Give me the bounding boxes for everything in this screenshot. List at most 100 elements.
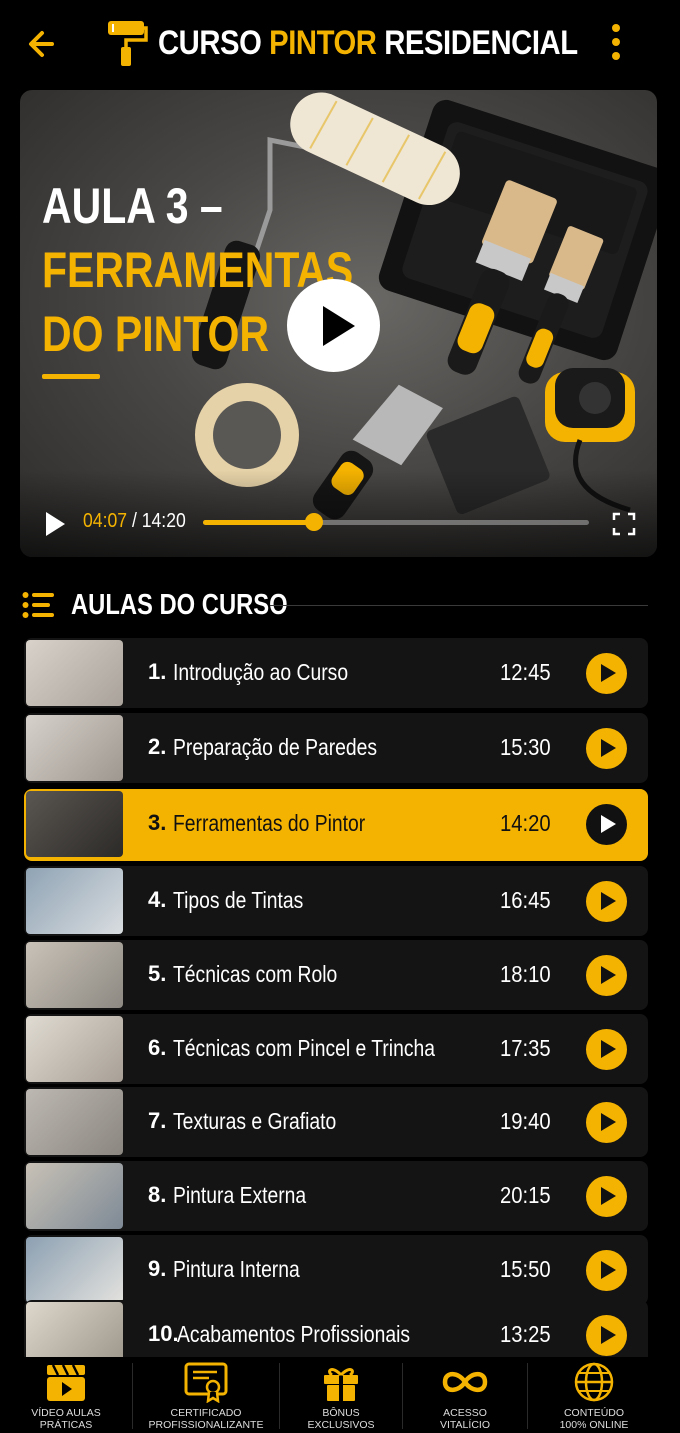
lesson-title: Tipos de Tintas — [173, 887, 304, 913]
nav-label: VITALÍCIO — [440, 1419, 490, 1431]
nav-acesso[interactable]: ACESSO VITALÍCIO — [403, 1357, 527, 1433]
nav-label: VÍDEO AULAS — [31, 1407, 101, 1419]
lesson-thumbnail — [26, 1237, 123, 1303]
play-circle-icon[interactable] — [586, 1176, 627, 1217]
clapperboard-icon — [47, 1364, 85, 1401]
lesson-title: Acabamentos Profissionais — [177, 1321, 411, 1347]
progress-bar[interactable] — [203, 513, 589, 531]
nav-label: PROFISSIONALIZANTE — [148, 1419, 264, 1431]
lesson-row[interactable]: 8. Pintura Externa 20:15 — [24, 1161, 648, 1231]
lesson-thumbnail — [26, 942, 123, 1008]
big-play-button[interactable] — [287, 279, 380, 372]
play-circle-icon[interactable] — [586, 728, 627, 769]
video-controls: 04:07 / 14:20 — [20, 500, 657, 546]
progress-handle[interactable] — [304, 513, 323, 531]
lesson-number: 1. — [148, 659, 167, 684]
nav-label: ACESSO — [443, 1407, 487, 1419]
lesson-thumbnail — [26, 868, 123, 934]
lesson-number: 5. — [148, 961, 167, 986]
globe-icon — [574, 1362, 614, 1402]
lesson-duration: 19:40 — [500, 1108, 551, 1134]
nav-bonus[interactable]: BÔNUS EXCLUSIVOS — [280, 1357, 402, 1433]
lesson-number: 6. — [148, 1035, 167, 1060]
title-underline — [42, 374, 100, 379]
lesson-number: 2. — [148, 734, 167, 759]
lesson-row[interactable]: 7. Texturas e Grafiato 19:40 — [24, 1087, 648, 1157]
certificate-icon — [184, 1362, 228, 1403]
play-circle-icon[interactable] — [586, 1315, 627, 1356]
lesson-duration: 20:15 — [500, 1182, 551, 1208]
page-title: CURSO PINTOR RESIDENCIAL — [158, 24, 578, 62]
gift-icon — [324, 1368, 358, 1401]
lesson-duration: 17:35 — [500, 1035, 551, 1061]
infinity-icon — [442, 1371, 488, 1393]
play-circle-icon[interactable] — [586, 1250, 627, 1291]
bottom-nav: VÍDEO AULAS PRÁTICAS CERTIFICADO PROFISS… — [0, 1357, 680, 1433]
lesson-thumbnail — [26, 791, 123, 857]
nav-label: PRÁTICAS — [39, 1419, 93, 1431]
lesson-number: 7. — [148, 1108, 167, 1133]
lesson-thumbnail — [26, 1016, 123, 1082]
total-time: 14:20 — [141, 510, 186, 532]
lesson-title: Preparação de Paredes — [173, 734, 378, 760]
video-player[interactable]: AULA 3 – FERRAMENTAS DO PINTOR 04:07 / 1… — [20, 90, 657, 557]
divider — [270, 605, 648, 606]
progress-fill — [203, 520, 314, 525]
lesson-number: 10. — [148, 1321, 179, 1346]
app-header: CURSO PINTOR RESIDENCIAL — [0, 0, 680, 90]
lesson-thumbnail — [26, 1089, 123, 1155]
lesson-row[interactable]: 9. Pintura Interna 15:50 — [24, 1235, 648, 1305]
nav-certificado[interactable]: CERTIFICADO PROFISSIONALIZANTE — [133, 1357, 279, 1433]
lesson-thumbnail — [26, 715, 123, 781]
list-icon — [22, 591, 56, 619]
more-options-icon[interactable] — [604, 24, 628, 64]
lesson-row[interactable]: 2. Preparação de Paredes 15:30 — [24, 713, 648, 783]
lesson-duration: 18:10 — [500, 961, 551, 987]
lesson-duration: 16:45 — [500, 887, 551, 913]
lesson-duration: 13:25 — [500, 1321, 551, 1347]
lesson-title: Pintura Interna — [173, 1256, 300, 1282]
lesson-title: Pintura Externa — [173, 1182, 307, 1208]
fullscreen-icon[interactable] — [612, 512, 636, 536]
nav-label: BÔNUS — [322, 1407, 360, 1419]
lesson-row[interactable]: 3. Ferramentas do Pintor 14:20 — [24, 789, 648, 861]
lesson-thumbnail — [26, 640, 123, 706]
play-circle-icon[interactable] — [586, 804, 627, 845]
nav-conteudo[interactable]: CONTEÚDO 100% ONLINE — [528, 1357, 660, 1433]
lesson-title: Introdução ao Curso — [173, 659, 349, 685]
lesson-duration: 15:30 — [500, 734, 551, 760]
nav-label: CERTIFICADO — [170, 1407, 242, 1419]
lesson-row[interactable]: 5. Técnicas com Rolo 18:10 — [24, 940, 648, 1010]
lesson-number: 4. — [148, 887, 167, 912]
nav-label: 100% ONLINE — [559, 1419, 629, 1431]
lesson-thumbnail — [26, 1163, 123, 1229]
lesson-title: Texturas e Grafiato — [173, 1108, 337, 1134]
play-circle-icon[interactable] — [586, 955, 627, 996]
lesson-row[interactable]: 4. Tipos de Tintas 16:45 — [24, 866, 648, 936]
nav-label: CONTEÚDO — [563, 1407, 625, 1419]
nav-video-aulas[interactable]: VÍDEO AULAS PRÁTICAS — [0, 1357, 132, 1433]
play-circle-icon[interactable] — [586, 653, 627, 694]
lesson-duration: 15:50 — [500, 1256, 551, 1282]
time-display: 04:07 / 14:20 — [83, 510, 186, 532]
lesson-number: 9. — [148, 1256, 167, 1281]
current-time: 04:07 — [83, 510, 128, 532]
play-circle-icon[interactable] — [586, 1029, 627, 1070]
play-circle-icon[interactable] — [586, 881, 627, 922]
lessons-section-header: AULAS DO CURSO — [22, 585, 650, 625]
lesson-number: 8. — [148, 1182, 167, 1207]
play-circle-icon[interactable] — [586, 1102, 627, 1143]
lesson-duration: 12:45 — [500, 659, 551, 685]
video-title-line: AULA 3 – — [42, 178, 223, 234]
nav-label: EXCLUSIVOS — [307, 1419, 375, 1431]
paint-roller-logo-icon — [104, 18, 148, 68]
lesson-title: Técnicas com Pincel e Trincha — [173, 1035, 436, 1061]
lesson-title: Técnicas com Rolo — [173, 961, 338, 987]
play-icon[interactable] — [44, 512, 66, 536]
lesson-title: Ferramentas do Pintor — [173, 810, 366, 836]
lesson-row[interactable]: 6. Técnicas com Pincel e Trincha 17:35 — [24, 1014, 648, 1084]
back-arrow-icon[interactable] — [24, 24, 64, 64]
lesson-number: 3. — [148, 810, 167, 835]
lesson-row[interactable]: 1. Introdução ao Curso 12:45 — [24, 638, 648, 708]
lesson-duration: 14:20 — [500, 810, 551, 836]
